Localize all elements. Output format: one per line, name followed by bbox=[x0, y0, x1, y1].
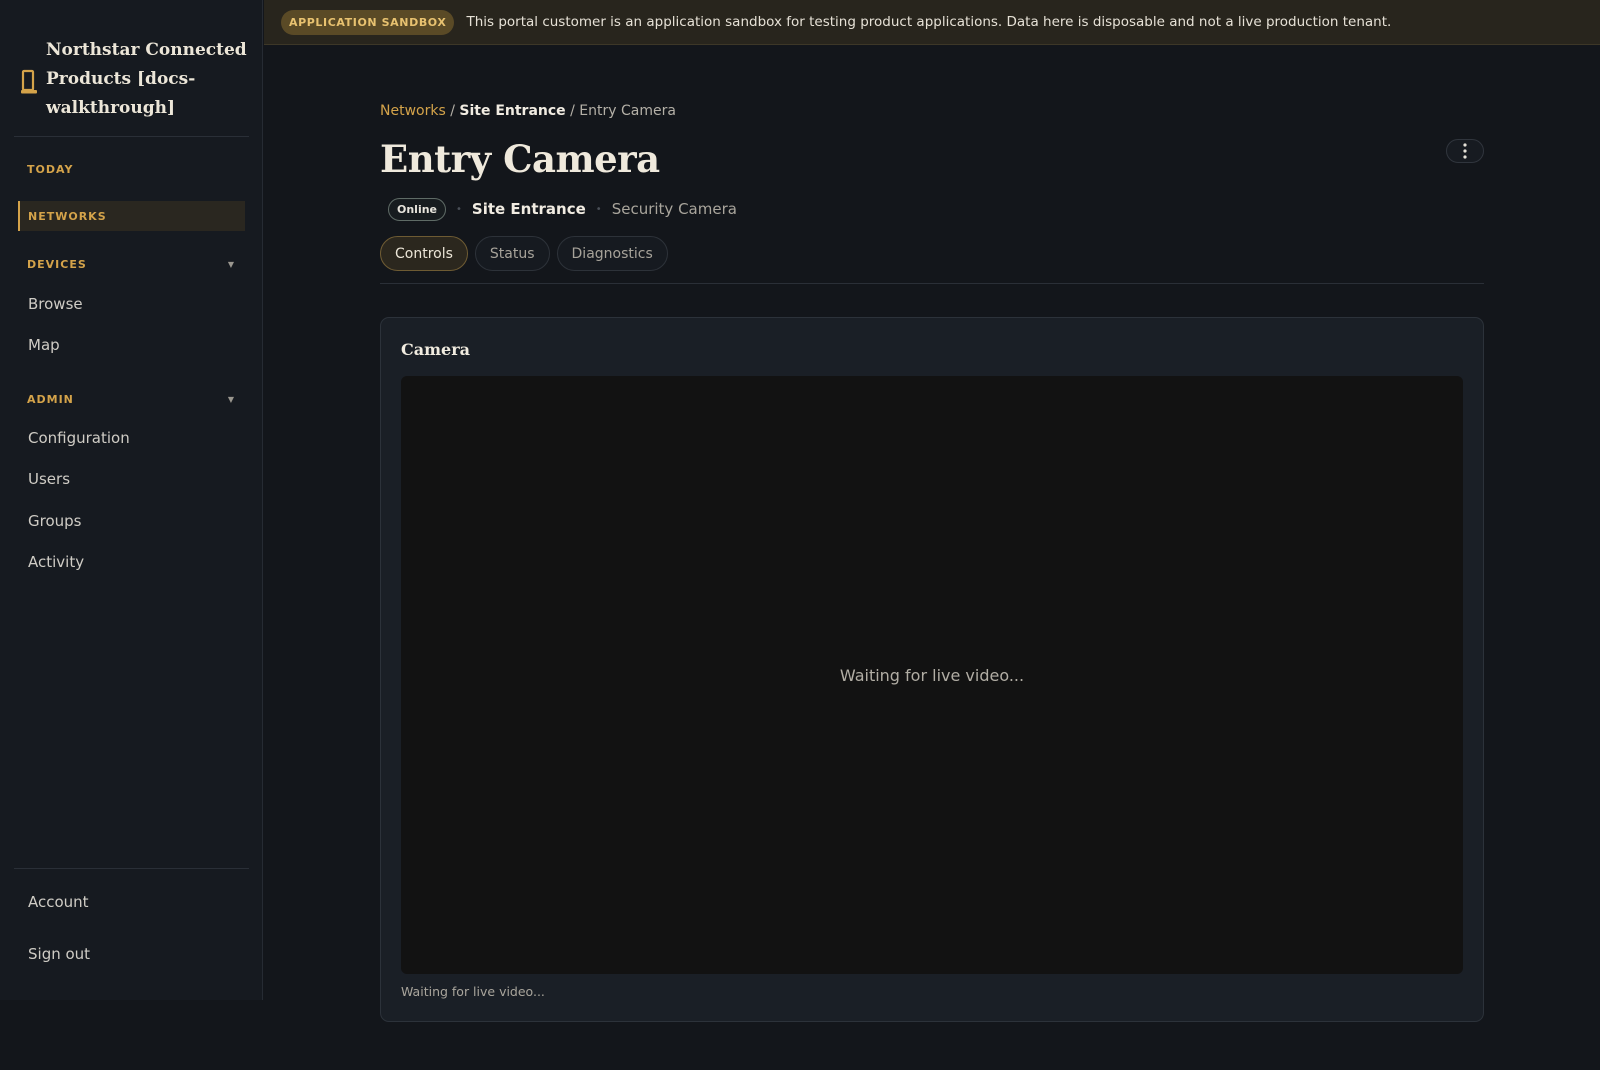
sidebar-section-networks[interactable]: NETWORKS bbox=[18, 201, 245, 231]
tab-controls[interactable]: Controls bbox=[380, 236, 468, 271]
more-vertical-icon bbox=[1463, 143, 1467, 159]
sidebar-item-groups[interactable]: Groups bbox=[28, 512, 81, 530]
breadcrumb: Networks / Site Entrance / Entry Camera bbox=[380, 103, 676, 119]
tabs-divider bbox=[380, 283, 1484, 284]
sidebar-item-browse[interactable]: Browse bbox=[28, 295, 83, 313]
device-meta: Online • Site Entrance • Security Camera bbox=[388, 197, 737, 221]
sandbox-badge: APPLICATION SANDBOX bbox=[281, 9, 455, 35]
breadcrumb-separator: / bbox=[570, 103, 575, 119]
separator-dot: • bbox=[456, 203, 462, 215]
status-badge: Online bbox=[388, 197, 447, 221]
sidebar-item-activity[interactable]: Activity bbox=[28, 553, 84, 571]
sidebar-section-devices[interactable]: DEVICES ▼ bbox=[18, 249, 245, 279]
brand[interactable]: Northstar Connected Products [docs-walkt… bbox=[20, 36, 248, 123]
video-caption: Waiting for live video... bbox=[401, 984, 545, 999]
tab-diagnostics[interactable]: Diagnostics bbox=[556, 236, 668, 271]
more-options-button[interactable] bbox=[1446, 139, 1484, 163]
page-title: Entry Camera bbox=[380, 137, 660, 181]
sidebar-divider bbox=[14, 868, 249, 869]
banner-text: This portal customer is an application s… bbox=[466, 14, 1392, 30]
app-root: Northstar Connected Products [docs-walkt… bbox=[0, 0, 1600, 1070]
tab-bar: Controls Status Diagnostics bbox=[380, 236, 675, 271]
breadcrumb-current: Entry Camera bbox=[579, 103, 676, 119]
device-type: Security Camera bbox=[611, 200, 737, 218]
video-player[interactable]: Waiting for live video... bbox=[401, 376, 1463, 974]
camera-card: Camera Waiting for live video... Waiting… bbox=[380, 317, 1484, 1022]
device-icon bbox=[21, 69, 37, 93]
sidebar-item-map[interactable]: Map bbox=[28, 336, 60, 354]
sidebar-item-configuration[interactable]: Configuration bbox=[28, 429, 130, 447]
separator-dot: • bbox=[595, 203, 602, 215]
sidebar-section-label: TODAY bbox=[27, 162, 74, 176]
camera-card-title: Camera bbox=[401, 340, 471, 359]
sidebar: Northstar Connected Products [docs-walkt… bbox=[0, 0, 263, 1000]
sidebar-item-account[interactable]: Account bbox=[28, 893, 89, 911]
breadcrumb-separator: / bbox=[450, 103, 455, 119]
chevron-down-icon: ▼ bbox=[227, 259, 235, 269]
sidebar-section-admin[interactable]: ADMIN ▼ bbox=[18, 384, 245, 414]
sidebar-item-sign-out[interactable]: Sign out bbox=[28, 945, 90, 963]
sandbox-banner: APPLICATION SANDBOX This portal customer… bbox=[264, 0, 1600, 45]
sidebar-item-users[interactable]: Users bbox=[28, 470, 70, 488]
brand-title: Northstar Connected Products [docs-walkt… bbox=[46, 40, 247, 118]
chevron-down-icon: ▼ bbox=[227, 394, 235, 404]
sidebar-section-label: ADMIN bbox=[27, 392, 74, 406]
tab-status[interactable]: Status bbox=[474, 236, 550, 271]
sidebar-section-label: DEVICES bbox=[27, 257, 87, 271]
sidebar-section-label: NETWORKS bbox=[28, 209, 107, 223]
sidebar-section-today[interactable]: TODAY bbox=[18, 154, 245, 184]
breadcrumb-site[interactable]: Site Entrance bbox=[459, 103, 565, 119]
video-waiting-message: Waiting for live video... bbox=[839, 665, 1025, 685]
device-site[interactable]: Site Entrance bbox=[472, 200, 586, 218]
breadcrumb-networks[interactable]: Networks bbox=[380, 103, 446, 119]
sidebar-divider bbox=[14, 136, 249, 137]
